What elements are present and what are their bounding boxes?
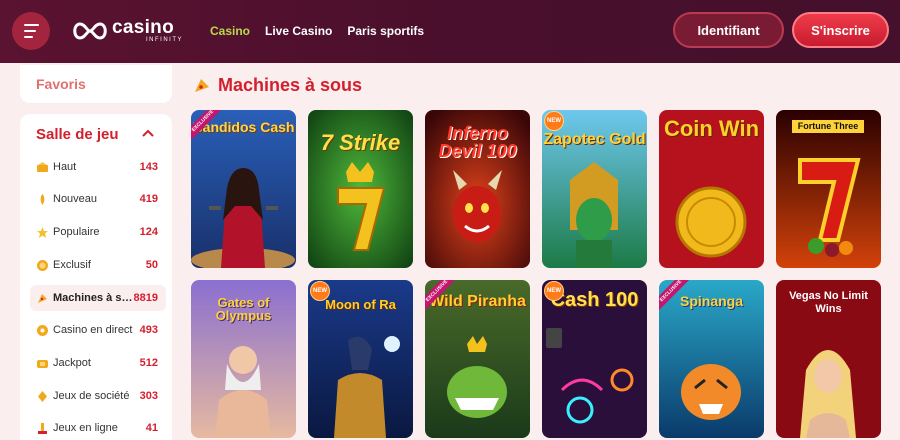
sidebar-item-live-casino[interactable]: Casino en direct 493 xyxy=(30,317,166,343)
sidebar-item-count: 419 xyxy=(139,193,158,205)
game-tile-coin-win[interactable]: Coin Win xyxy=(659,110,764,268)
sidebar-item-board-games[interactable]: Jeux de société 303 xyxy=(30,383,166,409)
game-title: Fortune Three xyxy=(792,120,864,133)
game-title: Spinanga xyxy=(679,293,743,309)
game-title: Wild Piranha xyxy=(429,293,526,310)
slot-icon xyxy=(38,294,47,303)
nav-sports-betting[interactable]: Paris sportifs xyxy=(347,24,424,38)
sidebar-item-top[interactable]: Haut 143 xyxy=(30,154,166,180)
sidebar-item-label: Populaire xyxy=(53,226,100,238)
infinity-icon xyxy=(73,22,107,40)
burger-line xyxy=(23,36,33,38)
burger-line xyxy=(23,24,39,26)
new-icon xyxy=(40,194,45,205)
login-button[interactable]: Identifiant xyxy=(673,12,784,48)
game-title: Inferno Devil 100 xyxy=(438,123,517,161)
favorites-card[interactable]: Favoris xyxy=(20,65,172,103)
sidebar-item-exclusive[interactable]: Exclusif 50 xyxy=(30,252,166,278)
sidebar-item-count: 41 xyxy=(145,422,158,434)
game-artwork xyxy=(776,110,881,268)
game-tile-cash-100[interactable]: Cash 100 NEW xyxy=(542,280,647,438)
sidebar-item-count: 303 xyxy=(139,390,158,402)
game-title: 7 Strike xyxy=(320,130,401,155)
game-title: Zapotec Gold xyxy=(543,131,646,148)
favorites-label: Favoris xyxy=(36,76,86,92)
sidebar-item-label: Exclusif xyxy=(53,259,91,271)
sidebar-item-label: Nouveau xyxy=(53,193,98,205)
exclusive-icon xyxy=(37,260,48,271)
sidebar-item-label: Casino en direct xyxy=(53,324,133,336)
burger-line xyxy=(23,30,36,32)
sidebar-item-jackpot[interactable]: Jackpot 512 xyxy=(30,350,166,376)
game-room-menu: Salle de jeu Haut 143 Nouveau 419 Popula… xyxy=(20,114,172,440)
sidebar-item-label: Jeux en ligne xyxy=(53,422,118,434)
sidebar-item-count: 124 xyxy=(139,226,158,238)
game-tile-spinanga[interactable]: Spinanga EXCLUSIVE xyxy=(659,280,764,438)
top-icon xyxy=(37,162,48,172)
game-tile-bandidos-cash[interactable]: Bandidos Cash EXCLUSIVE xyxy=(191,110,296,268)
section-title: Machines à sous xyxy=(218,75,363,95)
new-badge: NEW xyxy=(544,111,564,131)
top-header: casino INFINITY Casino Live Casino Paris… xyxy=(0,0,900,63)
sidebar-item-count: 493 xyxy=(139,324,158,336)
nav-live-casino[interactable]: Live Casino xyxy=(265,24,332,38)
game-tile-zapotec-gold[interactable]: Zapotec Gold NEW xyxy=(542,110,647,268)
game-tile-inferno-devil[interactable]: Inferno Devil 100 xyxy=(425,110,530,268)
sidebar-item-label: Jackpot xyxy=(53,357,91,369)
game-title: Gates of Olympus xyxy=(215,295,272,323)
star-icon xyxy=(37,227,48,238)
menu-burger-button[interactable] xyxy=(12,12,50,50)
casino-infinity-logo[interactable]: casino INFINITY xyxy=(70,17,190,45)
game-tile-moon-of-ra[interactable]: Moon of Ra NEW xyxy=(308,280,413,438)
sidebar-item-label: Haut xyxy=(53,161,77,173)
game-tile-7-strike[interactable]: 7 Strike xyxy=(308,110,413,268)
game-tile-wild-piranha[interactable]: Wild Piranha EXCLUSIVE xyxy=(425,280,530,438)
jackpot-icon xyxy=(37,360,48,368)
sidebar-item-new[interactable]: Nouveau 419 xyxy=(30,186,166,212)
game-tile-fortune-three[interactable]: Fortune Three xyxy=(776,110,881,268)
chevron-up-icon[interactable] xyxy=(142,128,154,138)
game-tile-vegas-no-limit-wins[interactable]: Vegas No Limit Wins xyxy=(776,280,881,438)
logo-subtext: INFINITY xyxy=(146,37,183,43)
sidebar-item-online-games[interactable]: Jeux en ligne 41 xyxy=(30,415,166,440)
live-casino-icon xyxy=(37,325,48,336)
sidebar-item-popular[interactable]: Populaire 124 xyxy=(30,219,166,245)
online-games-icon xyxy=(38,423,47,434)
sidebar-item-count: 8819 xyxy=(133,292,158,304)
game-tile-gates-of-olympus[interactable]: Gates of Olympus xyxy=(191,280,296,438)
signup-button[interactable]: S'inscrire xyxy=(792,12,889,48)
new-badge: NEW xyxy=(310,281,330,301)
sidebar-item-slots[interactable]: Machines à sous 8819 xyxy=(30,285,166,311)
nav-casino[interactable]: Casino xyxy=(210,24,250,38)
logo-text: casino xyxy=(112,17,174,38)
game-room-title[interactable]: Salle de jeu xyxy=(36,126,119,143)
slot-machine-icon xyxy=(195,79,209,92)
sidebar-item-count: 512 xyxy=(139,357,158,369)
game-title: Coin Win xyxy=(663,116,760,141)
board-games-icon xyxy=(38,391,47,402)
sidebar-item-count: 50 xyxy=(145,259,158,271)
sidebar-item-count: 143 xyxy=(139,161,158,173)
game-title: Vegas No Limit Wins xyxy=(789,290,868,316)
sidebar-item-label: Jeux de société xyxy=(53,390,130,402)
main-nav: Casino Live Casino Paris sportifs xyxy=(210,24,424,38)
new-badge: NEW xyxy=(544,281,564,301)
sidebar-item-label: Machines à sous xyxy=(53,292,133,304)
